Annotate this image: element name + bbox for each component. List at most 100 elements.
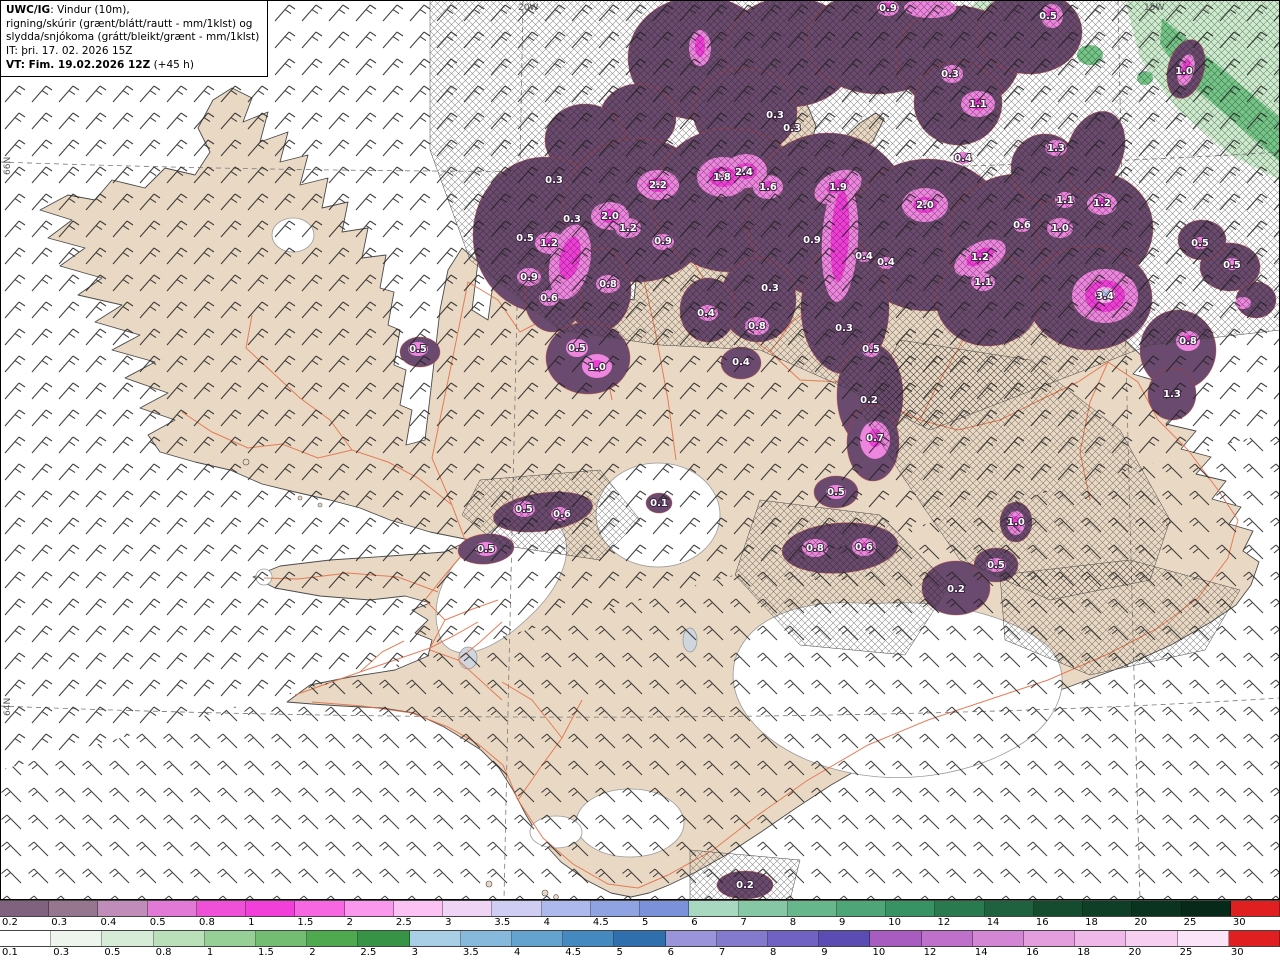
precip-value-label: 1.2 xyxy=(540,238,558,249)
legend-segment xyxy=(1126,931,1178,946)
precip-value-label: 1.0 xyxy=(1051,223,1069,234)
valid-offset: (+45 h) xyxy=(153,58,194,71)
legend-tick-label: 18 xyxy=(1077,947,1090,958)
precip-value-label: 1.3 xyxy=(1047,143,1065,154)
legend-tick-label: 0.3 xyxy=(51,917,68,928)
precip-value-label: 0.9 xyxy=(654,236,672,247)
legend-tick-label: 18 xyxy=(1085,917,1098,928)
legend-segment xyxy=(49,901,99,916)
precip-value-label: 0.8 xyxy=(599,279,617,290)
legend-tick-label: 12 xyxy=(923,947,937,958)
precip-value-label: 0.5 xyxy=(862,344,880,355)
legend-tick-label: 0.8 xyxy=(155,947,172,958)
legend-segment xyxy=(512,931,564,946)
legend-tick-label: 0.5 xyxy=(104,947,121,958)
legend-segment xyxy=(870,931,922,946)
precip-value-label: 0.5 xyxy=(515,504,533,515)
legend-segment xyxy=(295,901,345,916)
legend-tick-label: 30 xyxy=(1230,947,1244,958)
legend-segment xyxy=(972,931,1025,946)
legend-segment xyxy=(819,931,871,946)
precip-value-label: 1.1 xyxy=(974,277,992,288)
map-canvas: 0.30.30.5 1.20.90.62.01.22.20.91.8 2.41.60… xyxy=(0,0,1280,900)
legend-segment xyxy=(984,901,1034,916)
legend-segment xyxy=(147,901,197,916)
legend-tick-label: 2 xyxy=(309,947,316,958)
precip-value-label: 1.0 xyxy=(1007,517,1025,528)
legend-tick-label: 30 xyxy=(1232,917,1246,928)
precip-value-label: 0.8 xyxy=(1179,336,1197,347)
legend-segment xyxy=(256,931,308,946)
precip-value-label: 1.2 xyxy=(1093,198,1111,209)
legend-tick-label: 2.5 xyxy=(395,917,412,928)
precip-value-label: 0.8 xyxy=(748,321,766,332)
legend-tick-label: 8 xyxy=(770,947,777,958)
legend-tick-label: 16 xyxy=(1026,947,1039,958)
precip-value-label: 0.4 xyxy=(855,251,873,262)
legend-segment xyxy=(1132,901,1182,916)
legend-segment xyxy=(344,901,394,916)
legend-tick-label: 0.2 xyxy=(2,917,18,928)
sleet-snow-scale-bar xyxy=(0,900,1280,917)
precip-value-label: 1.8 xyxy=(713,172,731,183)
lat-label-64n: 64N xyxy=(3,698,13,716)
rain-scale-ticks: 0.1 0.3 0.5 0.8 1 1.5 2 2.5 3 3.5 4 4.5 5 6 7 8 9 10 12 14 1… xyxy=(0,947,1280,960)
legend-segment xyxy=(393,901,444,916)
precip-value-label: 0.9 xyxy=(879,3,897,14)
info-line-2: rigning/skúrir (grænt/blátt/rautt - mm/1… xyxy=(6,17,253,30)
legend-segment xyxy=(614,931,666,946)
legend-tick-label: 6 xyxy=(691,917,698,928)
legend-segment xyxy=(886,901,936,916)
legend-segment xyxy=(1075,931,1127,946)
legend-tick-label: 7 xyxy=(718,947,726,958)
legend-segment xyxy=(307,931,359,946)
legend-tick-label: 0.3 xyxy=(53,947,70,958)
precip-value-label: 0.4 xyxy=(954,153,972,164)
rain-scale-bar xyxy=(0,930,1280,947)
precip-value-label: 1.2 xyxy=(971,252,989,263)
info-line-1-rest: : Vindur (10m), xyxy=(50,4,130,16)
precip-value-label: 0.3 xyxy=(783,123,801,134)
legend-tick-label: 6 xyxy=(667,947,675,958)
legend-segment xyxy=(1228,931,1280,946)
precip-value-label: 0.5 xyxy=(516,233,534,244)
legend-tick-label: 0.1 xyxy=(2,947,18,958)
precip-value-label: 0.3 xyxy=(761,283,779,294)
legend-segment xyxy=(98,901,148,916)
precip-value-label: 1.9 xyxy=(829,182,847,193)
legend-segment xyxy=(153,931,205,946)
legend-tick-label: 4.5 xyxy=(565,947,582,958)
legend-tick-label: 1.5 xyxy=(297,917,314,928)
legend-tick-label: 4 xyxy=(543,917,550,928)
precip-value-label: 0.5 xyxy=(477,544,495,555)
legend-tick-label: 7 xyxy=(740,917,747,928)
legend-segment xyxy=(1024,931,1076,946)
legend-segment xyxy=(787,901,837,916)
legend-segment xyxy=(665,931,717,946)
precip-value-label: 0.6 xyxy=(553,509,571,520)
legend-tick-label: 2 xyxy=(346,917,354,928)
legend-tick-label: 0.5 xyxy=(149,917,166,928)
precip-value-label: 0.4 xyxy=(732,357,750,368)
legend-segment xyxy=(590,901,641,916)
legend-segment xyxy=(836,901,887,916)
legend-tick-label: 3 xyxy=(445,917,452,928)
precip-value-label: 2.0 xyxy=(916,200,934,211)
lat-label-66n: 66N xyxy=(3,157,13,175)
legend-tick-label: 20 xyxy=(1128,947,1142,958)
legend-segment xyxy=(768,931,820,946)
legend-tick-label: 10 xyxy=(872,947,886,958)
legend-tick-label: 8 xyxy=(789,917,797,928)
legend-segment xyxy=(196,901,247,916)
legend-segment xyxy=(102,931,154,946)
legend-tick-label: 20 xyxy=(1134,917,1148,928)
legend-tick-label: 3.5 xyxy=(462,947,479,958)
legend-segment xyxy=(716,931,769,946)
legend-segment xyxy=(409,931,461,946)
legend-segment xyxy=(1083,901,1133,916)
legend-tick-label: 4 xyxy=(514,947,521,958)
legend-segment xyxy=(640,901,690,916)
precip-value-label: 2.0 xyxy=(601,211,619,222)
legend-segment xyxy=(935,901,985,916)
legend-tick-label: 0.8 xyxy=(198,917,215,928)
